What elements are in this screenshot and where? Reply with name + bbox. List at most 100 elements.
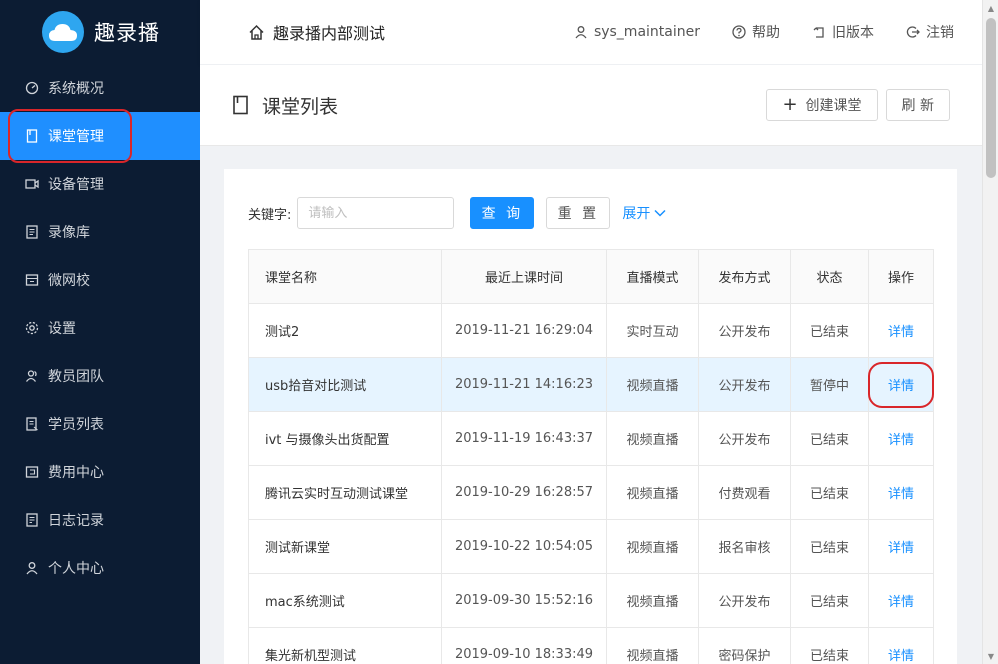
table-row[interactable]: 测试2 2019-11-21 16:29:04 实时互动 公开发布 已结束 详情 (248, 303, 934, 358)
sidebar-item-label: 系统概况 (48, 81, 104, 97)
sidebar-item-billing-center[interactable]: 费用中心 (0, 448, 200, 496)
school-icon (24, 272, 40, 288)
cell-status: 暂停中 (790, 357, 869, 412)
gear-icon (24, 320, 40, 336)
cell-action: 详情 (868, 303, 934, 358)
camera-icon (24, 176, 40, 192)
cell-publish: 公开发布 (698, 411, 791, 466)
sidebar-item-label: 录像库 (48, 225, 90, 241)
page-scrollbar[interactable]: ▲ ▼ (982, 0, 998, 664)
sidebar-item-device-management[interactable]: 设备管理 (0, 160, 200, 208)
top-bar: 趣录播内部测试 sys_maintainer 帮助 旧版本 注销 (200, 0, 982, 64)
table-row[interactable]: 测试新课堂 2019-10-22 10:54:05 视频直播 报名审核 已结束 … (248, 519, 934, 574)
cell-mode: 视频直播 (606, 357, 699, 412)
table-header-row: 课堂名称 最近上课时间 直播模式 发布方式 状态 操作 (248, 249, 934, 304)
user-icon (574, 25, 588, 39)
detail-link[interactable]: 详情 (888, 379, 914, 394)
keyword-input[interactable] (297, 197, 455, 229)
column-header-mode[interactable]: 直播模式 (606, 249, 699, 304)
cell-status: 已结束 (790, 411, 869, 466)
detail-link[interactable]: 详情 (888, 595, 914, 610)
detail-link[interactable]: 详情 (888, 649, 914, 664)
return-icon (812, 25, 826, 39)
sidebar-item-label: 学员列表 (48, 417, 104, 433)
scroll-up-icon[interactable]: ▲ (983, 0, 998, 16)
column-header-time[interactable]: 最近上课时间 (441, 249, 607, 304)
column-header-name[interactable]: 课堂名称 (248, 249, 442, 304)
classroom-list-card: 关键字: 查 询 重 置 展开 课堂名称 最近上课时间 直播模式 发布方式 状态… (224, 169, 957, 664)
table-row[interactable]: 集光新机型测试 2019-09-10 18:33:49 视频直播 密码保护 已结… (248, 627, 934, 664)
sidebar-item-label: 设备管理 (48, 177, 104, 193)
billing-icon (24, 464, 40, 480)
cell-publish: 报名审核 (698, 519, 791, 574)
breadcrumb[interactable]: 趣录播内部测试 (248, 20, 385, 44)
old-version-link[interactable]: 旧版本 (812, 22, 874, 42)
help-icon (732, 25, 746, 39)
expand-label: 展开 (622, 206, 651, 222)
expand-toggle[interactable]: 展开 (622, 203, 666, 223)
sidebar-item-settings[interactable]: 设置 (0, 304, 200, 352)
sidebar-item-label: 设置 (48, 321, 76, 337)
help-link[interactable]: 帮助 (732, 22, 780, 42)
cell-mode: 视频直播 (606, 411, 699, 466)
cell-mode: 实时互动 (606, 303, 699, 358)
user-menu[interactable]: sys_maintainer (574, 24, 700, 40)
cell-time: 2019-09-30 15:52:16 (441, 573, 607, 628)
cell-name: 测试新课堂 (248, 519, 442, 574)
sidebar-item-label: 课堂管理 (48, 129, 104, 145)
scroll-down-icon[interactable]: ▼ (983, 648, 998, 664)
sidebar-item-video-library[interactable]: 录像库 (0, 208, 200, 256)
sidebar-item-classroom-management[interactable]: 课堂管理 (0, 112, 200, 160)
cell-time: 2019-11-21 14:16:23 (441, 357, 607, 412)
scroll-thumb[interactable] (986, 18, 996, 178)
sidebar-item-micro-school[interactable]: 微网校 (0, 256, 200, 304)
keyword-label: 关键字: (248, 207, 292, 223)
header-buttons: + 创建课堂 刷 新 (766, 89, 950, 121)
reset-button[interactable]: 重 置 (546, 197, 611, 229)
book-icon (232, 95, 250, 115)
table-row[interactable]: mac系统测试 2019-09-30 15:52:16 视频直播 公开发布 已结… (248, 573, 934, 628)
sidebar-item-label: 个人中心 (48, 561, 104, 577)
column-header-action: 操作 (868, 249, 934, 304)
cell-mode: 视频直播 (606, 627, 699, 664)
detail-link[interactable]: 详情 (888, 541, 914, 556)
cell-publish: 付费观看 (698, 465, 791, 520)
create-classroom-button[interactable]: + 创建课堂 (766, 89, 878, 121)
detail-link[interactable]: 详情 (888, 487, 914, 502)
plus-icon: + (782, 94, 798, 115)
cell-status: 已结束 (790, 303, 869, 358)
help-label: 帮助 (752, 25, 780, 41)
cell-publish: 公开发布 (698, 357, 791, 412)
table-row[interactable]: ivt 与摄像头出货配置 2019-11-19 16:43:37 视频直播 公开… (248, 411, 934, 466)
cell-name: 测试2 (248, 303, 442, 358)
home-icon (248, 24, 265, 41)
cell-mode: 视频直播 (606, 519, 699, 574)
sidebar-item-personal-center[interactable]: 个人中心 (0, 544, 200, 592)
table-row[interactable]: usb拾音对比测试 2019-11-21 14:16:23 视频直播 公开发布 … (248, 357, 934, 412)
app-logo[interactable]: 趣录播 (0, 0, 200, 64)
cell-action: 详情 (868, 411, 934, 466)
column-header-status[interactable]: 状态 (790, 249, 869, 304)
cell-time: 2019-11-19 16:43:37 (441, 411, 607, 466)
search-button[interactable]: 查 询 (470, 197, 535, 229)
sidebar-item-overview[interactable]: 系统概况 (0, 64, 200, 112)
sidebar-item-teaching-team[interactable]: 教员团队 (0, 352, 200, 400)
detail-link[interactable]: 详情 (888, 325, 914, 340)
cell-name: ivt 与摄像头出货配置 (248, 411, 442, 466)
cell-publish: 密码保护 (698, 627, 791, 664)
filter-bar: 关键字: 查 询 重 置 展开 (248, 197, 666, 229)
username-label: sys_maintainer (593, 24, 700, 40)
cell-time: 2019-11-21 16:29:04 (441, 303, 607, 358)
sidebar-nav: 系统概况 课堂管理 设备管理 录像库 微网校 设置 教员团队 学员列表 费用中心… (0, 64, 200, 592)
sidebar-item-student-list[interactable]: 学员列表 (0, 400, 200, 448)
cell-action: 详情 (868, 519, 934, 574)
team-icon (24, 368, 40, 384)
sidebar-item-log-records[interactable]: 日志记录 (0, 496, 200, 544)
column-header-publish[interactable]: 发布方式 (698, 249, 791, 304)
log-icon (24, 512, 40, 528)
refresh-button[interactable]: 刷 新 (885, 89, 950, 121)
table-row[interactable]: 腾讯云实时互动测试课堂 2019-10-29 16:28:57 视频直播 付费观… (248, 465, 934, 520)
detail-link[interactable]: 详情 (888, 433, 914, 448)
top-actions: sys_maintainer 帮助 旧版本 注销 (542, 22, 954, 42)
logout-link[interactable]: 注销 (906, 22, 954, 42)
